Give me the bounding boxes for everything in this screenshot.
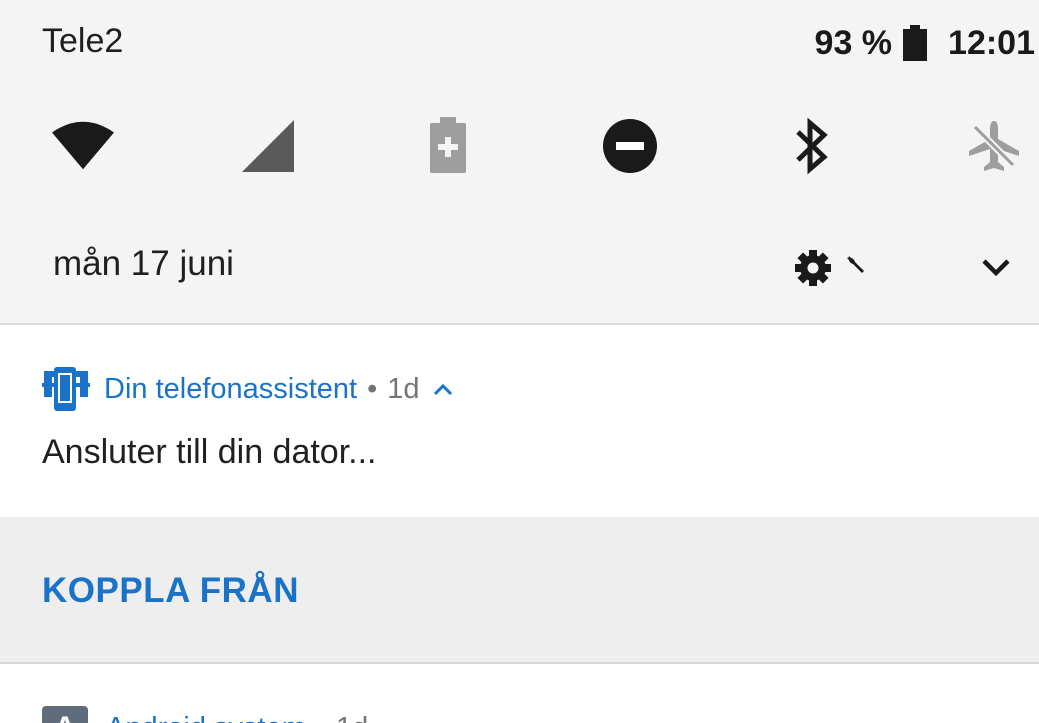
bluetooth-icon — [796, 117, 828, 175]
battery-percent: 93 % — [814, 23, 893, 62]
notification-app-name: Din telefonassistent — [104, 372, 358, 405]
clock: 12:01 — [948, 23, 1035, 62]
notification-separator: • — [367, 372, 378, 405]
quick-settings-panel: Tele2 93 % 12:01 mån 17 juni — [0, 0, 1039, 325]
phone-companion-icon — [42, 367, 90, 411]
airplane-mode-icon — [969, 121, 1019, 171]
wifi-tile[interactable] — [52, 115, 114, 177]
settings-button[interactable] — [793, 244, 873, 288]
android-system-icon: A — [42, 706, 88, 723]
notification-app-name: Android system — [106, 712, 306, 723]
battery-saver-icon — [430, 117, 466, 173]
notification-card-android-system[interactable]: A Android system • 1d — [0, 666, 1039, 723]
bluetooth-tile[interactable] — [781, 115, 843, 177]
mobile-data-tile[interactable] — [236, 115, 298, 177]
wrench-icon — [847, 256, 864, 273]
notification-separator: • — [316, 712, 326, 723]
chevron-up-icon[interactable] — [432, 381, 454, 397]
cellular-signal-icon — [242, 120, 294, 172]
do-not-disturb-icon — [603, 119, 657, 173]
do-not-disturb-tile[interactable] — [599, 115, 661, 177]
chevron-down-icon[interactable] — [978, 252, 1014, 282]
date-label: mån 17 juni — [53, 244, 234, 283]
battery-icon — [903, 25, 928, 61]
date-row: mån 17 juni — [0, 238, 1039, 294]
status-bar: Tele2 93 % 12:01 — [0, 0, 1039, 86]
notification-text: Ansluter till din dator... — [42, 433, 377, 471]
airplane-mode-tile[interactable] — [963, 115, 1025, 177]
notification-header: A Android system • 1d — [42, 706, 368, 723]
notification-time: 1d — [336, 712, 368, 723]
gear-icon — [795, 250, 831, 286]
disconnect-button[interactable]: KOPPLA FRÅN — [42, 571, 299, 611]
status-indicators: 93 % 12:01 — [815, 22, 1035, 64]
notification-header: Din telefonassistent • 1d — [42, 367, 454, 411]
notification-card[interactable]: Din telefonassistent • 1d Ansluter till … — [0, 327, 1039, 517]
notification-actions: KOPPLA FRÅN — [0, 517, 1039, 664]
carrier-name: Tele2 — [42, 22, 124, 60]
battery-saver-tile[interactable] — [417, 115, 479, 177]
notification-time: 1d — [387, 372, 420, 405]
wifi-icon — [52, 121, 114, 170]
